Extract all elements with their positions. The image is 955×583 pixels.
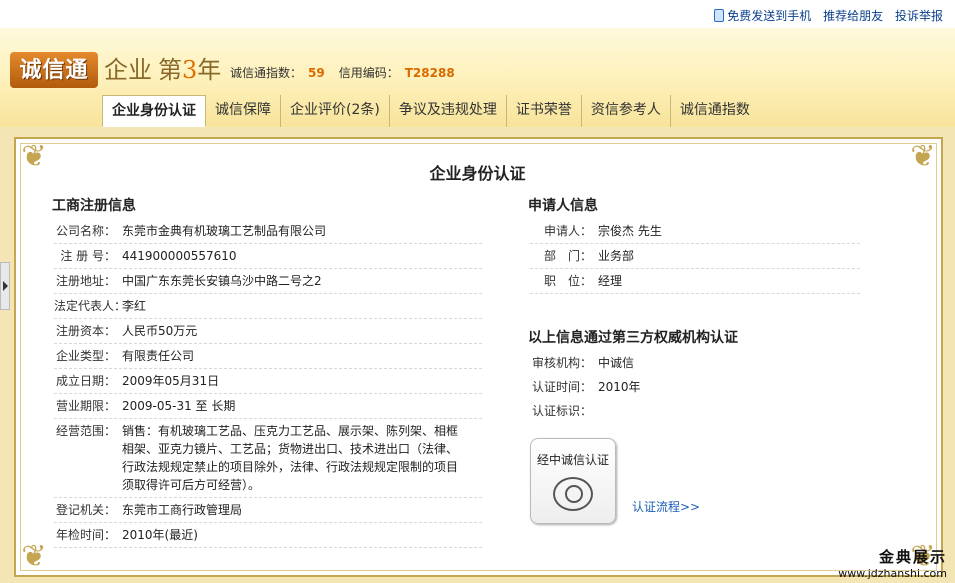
field-value: 销售：有机玻璃工艺品、压克力工艺品、展示架、陈列架、相框相架、亚克力镜片、工艺品…: [122, 424, 459, 492]
field-value: 东莞市工商行政管理局: [122, 503, 243, 517]
field-label: 申请人：: [543, 224, 592, 238]
field-label: 经营范围：: [55, 424, 116, 438]
table-row: 职 位： 经理: [530, 269, 860, 294]
field-label: 认证标识：: [531, 404, 592, 418]
logo: 诚信通: [10, 48, 100, 92]
table-row: 部 门： 业务部: [530, 244, 860, 269]
field-value: 2010年(最近): [122, 528, 198, 542]
top-bar: 免费发送到手机 推荐给朋友 投诉举报: [0, 0, 955, 28]
enterprise-label: 企业: [104, 56, 152, 84]
index-value: 59: [308, 66, 325, 80]
logo-text: 诚信通: [10, 52, 98, 88]
field-value: 2010年: [598, 380, 641, 394]
watermark: 金典展示 www.jdzhanshi.com: [838, 546, 947, 580]
certification-badge[interactable]: 经中诚信认证: [530, 438, 616, 524]
tab-credit-index[interactable]: 诚信通指数: [671, 95, 759, 127]
tab-reviews[interactable]: 企业评价(2条): [281, 95, 390, 127]
field-label: 审核机构：: [531, 356, 592, 370]
certification-list: 审核机构： 中诚信 认证时间： 2010年 认证标识：: [530, 351, 860, 423]
field-label: 营业期限：: [55, 399, 116, 413]
recommend-link[interactable]: 推荐给朋友: [823, 9, 883, 23]
send-to-phone-label: 免费发送到手机: [727, 9, 812, 23]
tab-disputes[interactable]: 争议及违规处理: [390, 95, 507, 127]
table-row: 审核机构： 中诚信: [530, 351, 860, 375]
field-value: 中诚信: [598, 356, 635, 370]
member-years: 第3年: [158, 50, 221, 85]
index-label: 诚信通指数：: [230, 66, 303, 80]
field-value: 有限责任公司: [122, 349, 195, 363]
watermark-title: 金典展示: [878, 548, 947, 566]
table-row: 营业期限： 2009-05-31 至 长期: [54, 394, 482, 419]
field-label: 法定代表人：: [54, 299, 127, 313]
field-value: 2009-05-31 至 长期: [122, 399, 236, 413]
field-label: 公司名称：: [55, 224, 116, 238]
table-row: 企业类型： 有限责任公司: [54, 344, 482, 369]
field-value: 经理: [598, 274, 623, 288]
field-value: 441900000557610: [122, 249, 237, 263]
field-value: 宗俊杰 先生: [598, 224, 662, 238]
field-label: 注册资本：: [55, 324, 116, 338]
table-row: 注 册 号： 441900000557610: [54, 244, 482, 269]
field-value: 业务部: [598, 249, 635, 263]
field-label: 年检时间：: [55, 528, 116, 542]
applicant-list: 申请人： 宗俊杰 先生 部 门： 业务部 职 位： 经理: [530, 219, 860, 294]
credit-index: 诚信通指数： 59 信用编码： T28288: [230, 64, 469, 81]
field-label: 注册地址：: [55, 274, 116, 288]
year-number: 3: [182, 56, 198, 84]
certification-flow-link[interactable]: 认证流程>>: [632, 498, 700, 515]
table-row: 认证标识：: [530, 399, 860, 423]
table-row: 法定代表人： 李红: [54, 294, 482, 319]
table-row: 经营范围： 销售：有机玻璃工艺品、压克力工艺品、展示架、陈列架、相框相架、亚克力镜…: [54, 419, 482, 498]
code-label: 信用编码：: [338, 66, 399, 80]
tab-identity[interactable]: 企业身份认证: [102, 95, 206, 127]
applicant-title: 申请人信息: [528, 198, 598, 214]
table-row: 公司名称： 东莞市金典有机玻璃工艺制品有限公司: [54, 219, 482, 244]
table-row: 成立日期： 2009年05月31日: [54, 369, 482, 394]
field-label: 登记机关：: [55, 503, 116, 517]
field-label: 成立日期：: [55, 374, 116, 388]
field-value: 李红: [122, 299, 147, 313]
tab-guarantee[interactable]: 诚信保障: [206, 95, 281, 127]
page-title: 企业身份认证: [429, 164, 526, 183]
top-links: 免费发送到手机 推荐给朋友 投诉举报: [706, 7, 943, 24]
certification-title: 以上信息通过第三方权威机构认证: [528, 330, 738, 346]
table-row: 注册资本： 人民币50万元: [54, 319, 482, 344]
code-value: T28288: [404, 66, 455, 80]
field-label: 注 册 号：: [60, 249, 116, 263]
report-link[interactable]: 投诉举报: [895, 9, 943, 23]
send-to-phone-link[interactable]: 免费发送到手机: [714, 9, 811, 23]
side-expand-handle[interactable]: [0, 262, 10, 310]
registration-list: 公司名称： 东莞市金典有机玻璃工艺制品有限公司 注 册 号： 44190000055…: [54, 219, 482, 548]
tab-bar: 企业身份认证 诚信保障 企业评价(2条) 争议及违规处理 证书荣誉 资信参考人 …: [102, 95, 759, 127]
table-row: 认证时间： 2010年: [530, 375, 860, 399]
field-label: 企业类型：: [55, 349, 116, 363]
registration-title: 工商注册信息: [52, 198, 136, 214]
table-row: 注册地址： 中国广东东莞长安镇乌沙中路二号之2: [54, 269, 482, 294]
table-row: 登记机关： 东莞市工商行政管理局: [54, 498, 482, 523]
field-label: 部 门：: [543, 249, 592, 263]
tab-references[interactable]: 资信参考人: [582, 95, 671, 127]
tab-certificates[interactable]: 证书荣誉: [507, 95, 582, 127]
field-label: 认证时间：: [531, 380, 592, 394]
year-suffix: 年: [197, 56, 222, 84]
field-value: 东莞市金典有机玻璃工艺制品有限公司: [122, 224, 327, 238]
phone-icon: [714, 9, 725, 22]
table-row: 年检时间： 2010年(最近): [54, 523, 482, 548]
table-row: 申请人： 宗俊杰 先生: [530, 219, 860, 244]
field-value: 中国广东东莞长安镇乌沙中路二号之2: [122, 274, 322, 288]
field-value: 人民币50万元: [122, 324, 198, 338]
field-label: 职 位：: [543, 274, 592, 288]
year-prefix: 第: [158, 56, 182, 84]
field-value: 2009年05月31日: [122, 374, 220, 388]
watermark-url: www.jdzhanshi.com: [838, 567, 947, 580]
badge-label: 经中诚信认证: [536, 453, 609, 467]
seal-icon: [553, 477, 593, 511]
corner-ornament-icon: ❦: [21, 539, 47, 574]
